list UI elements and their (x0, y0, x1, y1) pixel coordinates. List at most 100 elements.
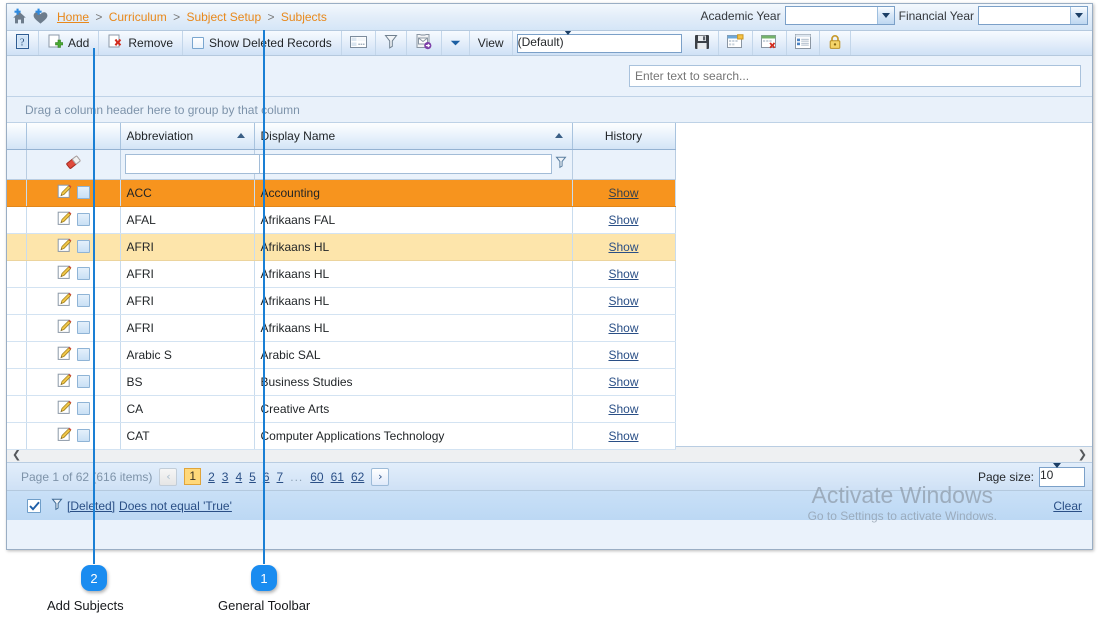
pager-page-2[interactable]: 2 (208, 470, 215, 484)
home-add-icon[interactable] (10, 8, 29, 27)
breadcrumb-item-curriculum[interactable]: Curriculum (109, 10, 167, 24)
pager-page-3[interactable]: 3 (222, 470, 229, 484)
row-select-checkbox[interactable] (76, 348, 90, 361)
group-by-panel[interactable]: Drag a column header here to group by th… (7, 97, 1092, 123)
pager-page-7[interactable]: 7 (277, 470, 284, 484)
edit-pencil-icon[interactable] (57, 400, 72, 418)
edit-pencil-icon[interactable] (57, 427, 72, 445)
row-select-checkbox[interactable] (76, 186, 90, 199)
filter-history-cell (572, 149, 676, 180)
pager-page-1[interactable]: 1 (184, 468, 202, 485)
history-show-link[interactable]: Show (608, 186, 638, 200)
pager-page-4[interactable]: 4 (235, 470, 242, 484)
row-select-checkbox[interactable] (76, 429, 90, 442)
financial-year-select[interactable] (978, 6, 1088, 25)
table-row[interactable]: ACC Accounting Show (7, 179, 676, 207)
row-select-checkbox[interactable] (76, 213, 90, 226)
table-row[interactable]: CAT Computer Applications Technology Show (7, 422, 676, 450)
table-row[interactable]: Arabic S Arabic SAL Show (7, 341, 676, 369)
history-show-link[interactable]: Show (608, 321, 638, 335)
cell-abbreviation: CAT (120, 422, 255, 450)
edit-pencil-icon[interactable] (57, 346, 72, 364)
row-select-checkbox[interactable] (76, 294, 90, 307)
row-select-checkbox[interactable] (76, 402, 90, 415)
add-button[interactable]: Add (39, 31, 100, 55)
edit-pencil-icon[interactable] (57, 211, 72, 229)
pager-next-button[interactable]: › (371, 467, 390, 486)
row-select-checkbox[interactable] (76, 240, 90, 253)
edit-pencil-icon[interactable] (57, 238, 72, 256)
svg-text:?: ? (20, 37, 25, 48)
table-row[interactable]: BS Business Studies Show (7, 368, 676, 396)
history-show-link[interactable]: Show (608, 375, 638, 389)
history-show-link[interactable]: Show (608, 429, 638, 443)
delete-view-button[interactable] (753, 31, 787, 55)
pager-page-61[interactable]: 61 (331, 470, 344, 484)
column-header-display-name[interactable]: Display Name (254, 123, 573, 150)
table-row[interactable]: AFRI Afrikaans HL Show (7, 260, 676, 288)
help-button[interactable]: ? (7, 31, 39, 55)
edit-pencil-icon[interactable] (57, 265, 72, 283)
remove-button[interactable]: Remove (99, 31, 184, 55)
table-row[interactable]: AFRI Afrikaans HL Show (7, 233, 676, 261)
pager-prev-button[interactable]: ‹ (159, 467, 178, 486)
grid-settings-button[interactable] (787, 31, 820, 55)
page-size-select[interactable]: 10 (1039, 462, 1085, 487)
clear-filter-cell[interactable] (26, 149, 121, 180)
callout-badge-2-number: 2 (90, 570, 98, 586)
eraser-icon[interactable] (65, 155, 82, 173)
cell-abbreviation: Arabic S (120, 341, 255, 369)
filter-expression-field[interactable]: [Deleted] (67, 499, 115, 513)
history-show-link[interactable]: Show (608, 402, 638, 416)
history-show-link[interactable]: Show (608, 294, 638, 308)
export-dropdown-button[interactable] (442, 31, 470, 55)
history-show-link[interactable]: Show (608, 213, 638, 227)
chevron-down-icon[interactable] (563, 29, 572, 52)
table-row[interactable]: AFRI Afrikaans HL Show (7, 314, 676, 342)
view-select[interactable]: (Default) (516, 29, 682, 53)
favorite-add-icon[interactable] (31, 8, 50, 27)
row-select-checkbox[interactable] (76, 375, 90, 388)
filter-enabled-checkbox[interactable] (27, 498, 41, 513)
filter-funnel-icon[interactable] (554, 156, 568, 172)
column-chooser-button[interactable] (342, 31, 376, 55)
pager-page-60[interactable]: 60 (310, 470, 323, 484)
chevron-right-icon[interactable]: ❯ (1078, 448, 1087, 461)
column-header-history[interactable]: History (572, 123, 676, 150)
cell-history: Show (572, 206, 676, 234)
filter-display-name-input[interactable] (258, 154, 552, 174)
edit-pencil-icon[interactable] (57, 319, 72, 337)
table-row[interactable]: CA Creative Arts Show (7, 395, 676, 423)
chevron-down-icon[interactable] (1070, 7, 1087, 24)
edit-pencil-icon[interactable] (57, 184, 72, 202)
save-view-button[interactable] (686, 31, 719, 55)
academic-year-select[interactable] (784, 6, 895, 25)
table-row[interactable]: AFRI Afrikaans HL Show (7, 287, 676, 315)
breadcrumb-item-home[interactable]: Home (57, 10, 89, 24)
cell-display-name: Afrikaans HL (254, 260, 573, 288)
export-button[interactable] (407, 31, 442, 55)
pager-page-62[interactable]: 62 (351, 470, 364, 484)
row-select-checkbox[interactable] (76, 267, 90, 280)
cell-display-name: Computer Applications Technology (254, 422, 573, 450)
column-header-abbreviation[interactable]: Abbreviation (120, 123, 255, 150)
clear-filter-link[interactable]: Clear (1053, 499, 1082, 513)
history-show-link[interactable]: Show (608, 267, 638, 281)
row-select-checkbox[interactable] (76, 321, 90, 334)
table-row[interactable]: AFAL Afrikaans FAL Show (7, 206, 676, 234)
pager-page-5[interactable]: 5 (249, 470, 256, 484)
search-input[interactable] (629, 65, 1081, 87)
history-show-link[interactable]: Show (608, 240, 638, 254)
lock-button[interactable] (820, 31, 851, 55)
filter-expression-condition[interactable]: Does not equal 'True' (119, 499, 232, 513)
breadcrumb-item-subjects[interactable]: Subjects (281, 10, 327, 24)
history-show-link[interactable]: Show (608, 348, 638, 362)
filter-editor-button[interactable] (376, 31, 407, 55)
breadcrumb-item-subject-setup[interactable]: Subject Setup (186, 10, 261, 24)
chevron-down-icon[interactable] (1053, 462, 1062, 486)
edit-pencil-icon[interactable] (57, 292, 72, 310)
chevron-left-icon[interactable]: ❮ (12, 448, 21, 461)
save-view-as-button[interactable] (719, 31, 753, 55)
edit-pencil-icon[interactable] (57, 373, 72, 391)
chevron-down-icon[interactable] (876, 7, 894, 24)
